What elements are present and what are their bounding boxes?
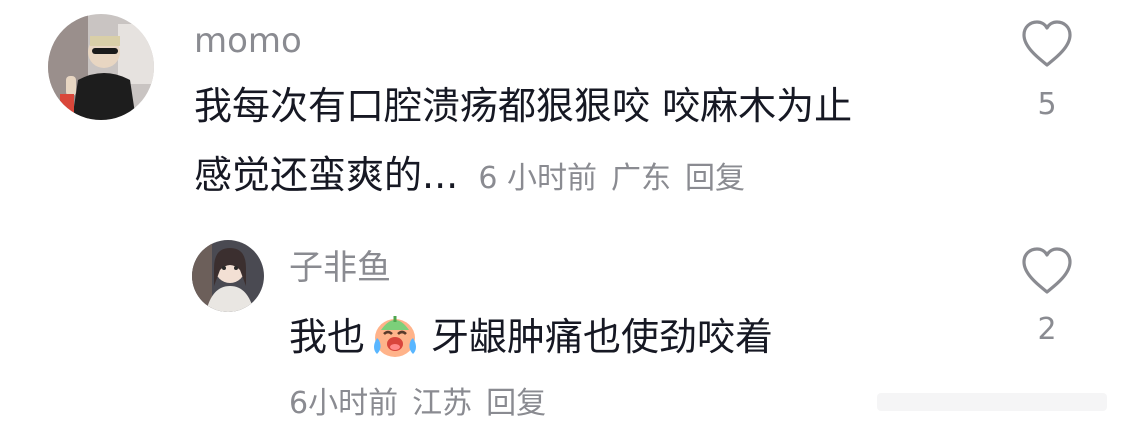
reply-like-count: 2 [1037,312,1057,347]
like-count: 5 [1037,87,1057,122]
reply-time: 6小时前 [289,386,399,421]
reply-text-before-emoji: 我也 [289,315,366,359]
heart-outline-icon [1022,20,1072,67]
crying-laughing-face-emoji [374,316,417,357]
reply-text: 我也 牙龈肿痛也使劲咬着 [289,312,773,360]
reply-button[interactable]: 回复 [685,161,745,196]
reply-meta: 6小时前 江苏 回复 [289,384,546,424]
reply-like-button[interactable]: 2 [1017,246,1077,348]
heart-outline-icon [1022,247,1072,294]
reply-text-after-emoji: 牙龈肿痛也使劲咬着 [431,315,774,359]
reply-location: 江苏 [412,386,473,421]
comment-username[interactable]: momo [194,21,302,61]
reply-username[interactable]: 子非鱼 [289,248,391,288]
comment-text-line-2-row: 感觉还蛮爽的... 6 小时前 广东 回复 [194,153,745,201]
comment-meta: 6 小时前 广东 回复 [478,161,745,196]
comment-time: 6 小时前 [478,161,597,196]
like-button[interactable]: 5 [1017,19,1077,123]
comment-location: 广东 [610,161,671,196]
watermark-decoration [877,393,1107,411]
comment-text-line-1: 我每次有口腔溃疡都狠狠咬 咬麻木为止 [194,84,853,128]
avatar-zifeiyu[interactable] [192,240,264,312]
reply-reply-button[interactable]: 回复 [486,386,546,421]
avatar-momo[interactable] [48,14,154,120]
comment-text-line-2: 感觉还蛮爽的... [194,153,459,197]
